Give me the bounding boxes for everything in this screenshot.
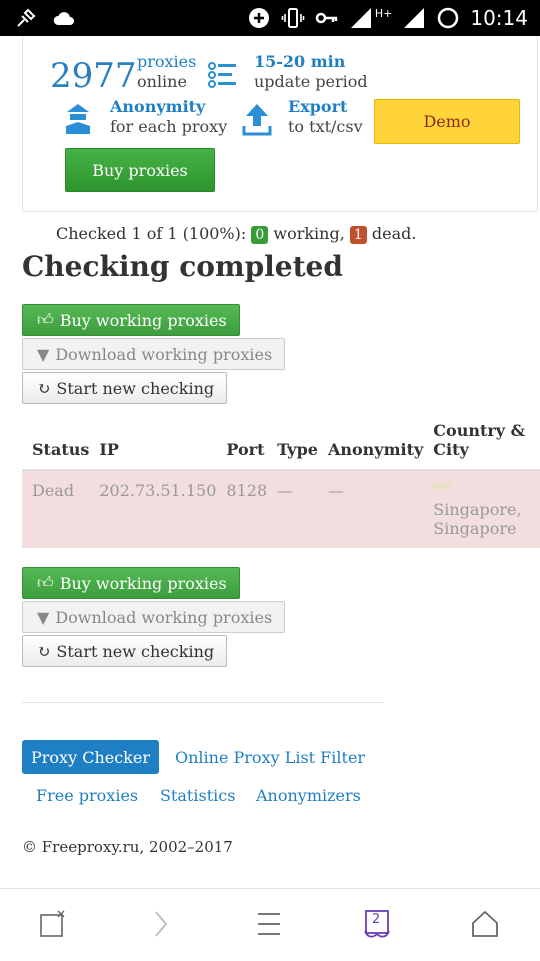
tabs-button[interactable]: 2 xyxy=(362,909,392,939)
th-port: Port xyxy=(216,420,268,471)
buy-working-proxies-button-top[interactable]: 👍︎ Buy working proxies xyxy=(22,304,240,336)
dead-text: dead. xyxy=(371,224,417,243)
start-new-label: Start new checking xyxy=(56,378,215,398)
forward-icon[interactable] xyxy=(146,909,176,939)
vibrate-icon xyxy=(281,8,305,28)
close-tab-icon[interactable] xyxy=(38,909,68,939)
working-text: working, xyxy=(273,224,345,243)
online-label: proxies xyxy=(137,52,197,71)
nav-anonymizers[interactable]: Anonymizers xyxy=(256,786,361,805)
update-label: 15-20 min xyxy=(254,52,346,71)
start-new-label: Start new checking xyxy=(56,641,215,661)
cell-ip: 202.73.51.150 xyxy=(89,470,217,548)
refresh-icon: ↻ xyxy=(37,378,51,398)
start-new-checking-button-bottom[interactable]: ↻ Start new checking xyxy=(22,635,228,667)
download-working-proxies-button-top[interactable]: ▼ Download working proxies xyxy=(22,338,286,370)
th-ip: IP xyxy=(89,420,217,471)
export-label: Export xyxy=(288,97,348,116)
copyright: © Freeproxy.ru, 2002–2017 xyxy=(22,838,233,856)
results-table: Status IP Port Type Anonymity Country & … xyxy=(22,420,540,548)
update-sublabel: update period xyxy=(254,72,368,91)
online-feature: proxies online xyxy=(137,52,196,92)
status-bar: H+ 10:14 xyxy=(0,0,540,36)
download-icon: ▼ xyxy=(37,607,50,627)
tab-count: 2 xyxy=(372,912,381,927)
anonymity-label: Anonymity xyxy=(110,97,206,116)
cell-status: Dead xyxy=(22,470,90,548)
anonymity-icon xyxy=(66,104,90,134)
network-type: H+ xyxy=(374,6,393,20)
nav-statistics[interactable]: Statistics xyxy=(160,786,235,805)
battery-charging-icon xyxy=(438,7,459,29)
dead-count-badge: 1 xyxy=(349,226,367,244)
cell-country-city: Singapore, Singapore xyxy=(423,470,540,548)
list-icon xyxy=(208,62,236,88)
download-working-label: Download working proxies xyxy=(55,607,273,627)
download-icon: ▼ xyxy=(37,344,50,364)
flag-icon xyxy=(433,483,452,489)
th-type: Type xyxy=(267,420,318,471)
download-working-proxies-button-bottom[interactable]: ▼ Download working proxies xyxy=(22,601,286,633)
proxy-count: 2977 xyxy=(50,56,137,96)
cell-anonymity: — xyxy=(317,470,424,548)
satellite-icon xyxy=(17,8,36,27)
key-icon xyxy=(315,12,338,24)
export-upload-icon xyxy=(242,104,272,136)
signal-icon xyxy=(350,8,371,28)
buy-working-label: Buy working proxies xyxy=(59,573,227,593)
check-summary: Checked 1 of 1 (100%): 0 working, 1 dead… xyxy=(56,224,416,244)
page-title: Checking completed xyxy=(22,250,343,283)
export-sublabel: to txt/csv xyxy=(288,117,363,136)
buy-proxies-button[interactable]: Buy proxies xyxy=(65,148,215,192)
menu-icon[interactable] xyxy=(254,909,284,939)
nav-online-proxy-list-filter[interactable]: Online Proxy List Filter xyxy=(175,748,365,767)
th-anonymity: Anonymity xyxy=(317,420,424,471)
summary-prefix: Checked 1 of 1 (100%): xyxy=(56,224,247,243)
nav-proxy-checker[interactable]: Proxy Checker xyxy=(22,740,159,774)
promo-box: 2977 proxies online 15-20 min update per… xyxy=(22,36,538,212)
country-city-text: Singapore, Singapore xyxy=(433,500,522,538)
download-working-label: Download working proxies xyxy=(55,344,273,364)
th-country-city: Country & City xyxy=(423,420,540,471)
divider xyxy=(22,702,384,703)
working-count-badge: 0 xyxy=(251,226,269,244)
table-header-row: Status IP Port Type Anonymity Country & … xyxy=(22,420,540,471)
refresh-icon: ↻ xyxy=(37,641,51,661)
table-row: Dead 202.73.51.150 8128 — — Singapore, S… xyxy=(22,470,540,548)
thumbs-up-icon: 👍︎ xyxy=(37,573,54,592)
start-new-checking-button-top[interactable]: ↻ Start new checking xyxy=(22,372,228,404)
buy-working-label: Buy working proxies xyxy=(59,310,227,330)
th-status: Status xyxy=(22,420,90,471)
signal-icon-2 xyxy=(404,8,425,28)
online-sublabel: online xyxy=(137,72,187,91)
nav-free-proxies[interactable]: Free proxies xyxy=(36,786,138,805)
thumbs-up-icon: 👍︎ xyxy=(37,310,54,329)
demo-button[interactable]: Demo xyxy=(374,99,520,144)
add-circle-icon xyxy=(248,8,269,28)
update-feature: 15-20 min update period xyxy=(254,52,368,92)
cell-type: — xyxy=(267,470,318,548)
home-icon[interactable] xyxy=(470,909,500,939)
browser-toolbar: 2 xyxy=(0,888,540,961)
anonymity-feature: Anonymity for each proxy xyxy=(110,97,227,137)
cloud-icon xyxy=(53,12,74,25)
buy-working-proxies-button-bottom[interactable]: 👍︎ Buy working proxies xyxy=(22,567,240,599)
export-feature: Export to txt/csv xyxy=(288,97,363,137)
clock: 10:14 xyxy=(470,6,528,30)
anonymity-sublabel: for each proxy xyxy=(110,117,228,136)
cell-port: 8128 xyxy=(216,470,268,548)
